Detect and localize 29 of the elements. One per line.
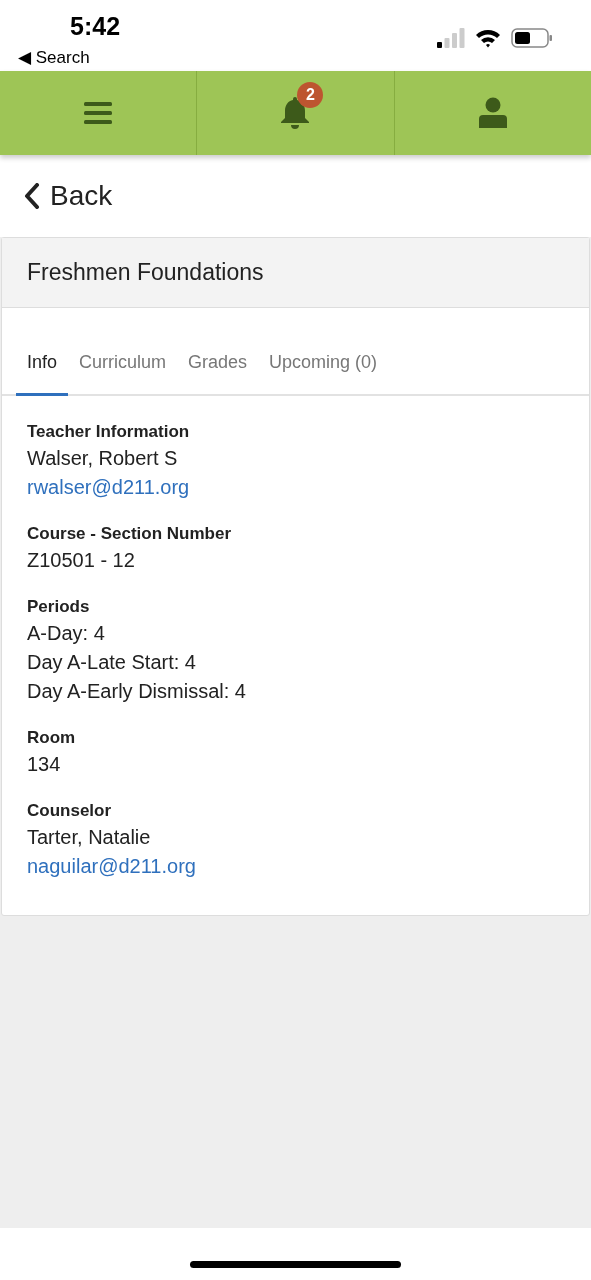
status-time: 5:42 xyxy=(70,12,121,41)
field-value: Tarter, Natalie xyxy=(27,825,152,850)
field-value: A-Day: 4 xyxy=(27,621,106,646)
menu-icon xyxy=(84,101,113,125)
tab[interactable]: Info xyxy=(16,340,69,396)
battery-icon xyxy=(511,28,553,48)
email-link[interactable]: rwalser@d211.org xyxy=(27,473,190,502)
notification-badge: 2 xyxy=(297,82,324,108)
user-icon xyxy=(478,97,507,129)
field-label: Periods xyxy=(27,596,91,618)
field-value: Z10501 - 12 xyxy=(27,548,136,573)
tab[interactable]: Grades xyxy=(177,340,259,396)
field-value: Day A-Late Start: 4 xyxy=(27,650,197,675)
chevron-left-icon xyxy=(24,183,40,209)
field-value: 134 xyxy=(27,752,62,777)
course-title: Freshmen Foundations xyxy=(27,259,264,286)
back-to-app-link[interactable]: ◀ Search xyxy=(18,47,90,68)
wifi-icon xyxy=(475,28,501,48)
field-value: Day A-Early Dismissal: 4 xyxy=(27,679,247,704)
field-label: Counselor xyxy=(27,800,113,822)
signal-icon xyxy=(437,28,465,48)
field-label: Course - Section Number xyxy=(27,523,233,545)
back-button[interactable]: Back xyxy=(24,180,113,212)
field-value: Walser, Robert S xyxy=(27,446,179,471)
tab[interactable]: Curriculum xyxy=(68,340,178,396)
field-label: Room xyxy=(27,727,77,749)
email-link[interactable]: naguilar@d211.org xyxy=(27,852,196,881)
tab[interactable]: Upcoming (0) xyxy=(258,340,389,396)
field-label: Teacher Information xyxy=(27,421,191,443)
